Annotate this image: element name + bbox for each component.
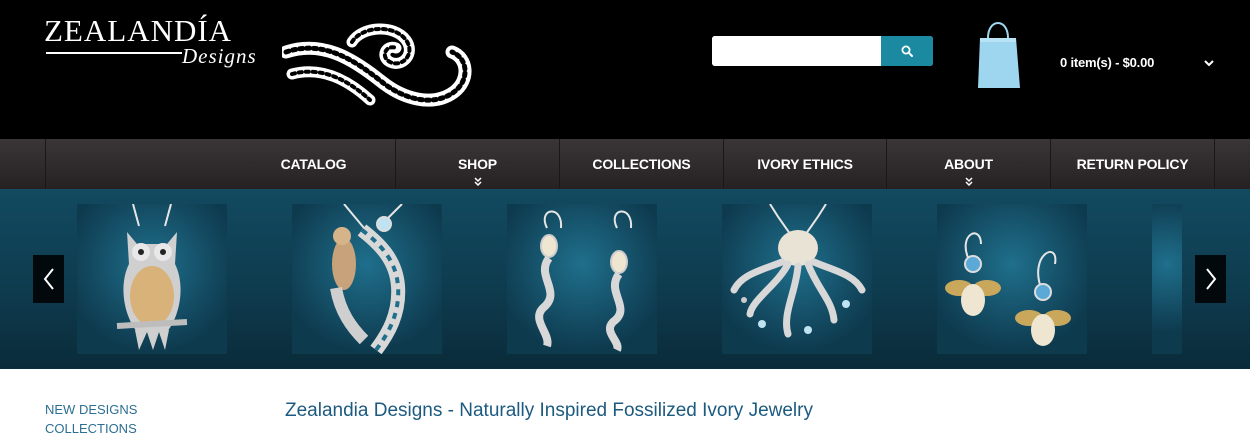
nav-divider: [45, 139, 46, 189]
nav-item-label: SHOP: [458, 156, 497, 172]
search-input[interactable]: [712, 36, 881, 66]
nav-item-shop[interactable]: SHOP: [396, 139, 559, 189]
nav-item-label: IVORY ETHICS: [757, 156, 853, 172]
nav-divider: [1214, 139, 1215, 189]
nav-item-label: COLLECTIONS: [592, 156, 691, 172]
chevron-down-icon[interactable]: [1201, 55, 1217, 71]
shopping-bag-icon[interactable]: [976, 12, 1020, 90]
carousel-next-button[interactable]: [1195, 255, 1226, 303]
sidebar-link-new-designs[interactable]: NEW DESIGNS: [45, 402, 137, 417]
double-chevron-down-icon: [473, 177, 482, 186]
nav-item-label: CATALOG: [280, 156, 347, 172]
filigree-earrings-image: [535, 210, 633, 352]
main-nav: CATALOG SHOP COLLECTIONS IVORY ETHICS AB…: [0, 139, 1250, 189]
logo-tagline: Designs: [182, 44, 257, 68]
nav-item-ivory-ethics[interactable]: IVORY ETHICS: [724, 139, 886, 189]
bee-earrings-image: [945, 232, 1071, 346]
octopus-pendant-image: [730, 204, 866, 338]
chevron-left-icon: [43, 268, 54, 290]
carousel-slide-mermaid-pendant[interactable]: [292, 204, 442, 354]
nav-item-label: ABOUT: [944, 156, 993, 172]
carousel-slide-filigree-earrings[interactable]: [507, 204, 657, 354]
page-title: Zealandia Designs - Naturally Inspired F…: [285, 400, 813, 421]
carousel-slide-octopus-pendant[interactable]: [722, 204, 872, 354]
double-chevron-down-icon: [964, 177, 973, 186]
carousel-slide-partial[interactable]: [1152, 204, 1182, 354]
search-button[interactable]: [881, 36, 933, 66]
nav-item-about[interactable]: ABOUT: [887, 139, 1050, 189]
logo-rule: [46, 52, 182, 54]
carousel-slide-bee-earrings[interactable]: [937, 204, 1087, 354]
koru-wave-logo-icon: [282, 23, 472, 107]
cart-summary[interactable]: 0 item(s) - $0.00: [1060, 55, 1154, 70]
product-carousel: [0, 189, 1250, 369]
search-box: [712, 36, 933, 66]
mermaid-pendant-image: [330, 204, 406, 354]
nav-item-return-policy[interactable]: RETURN POLICY: [1051, 139, 1214, 189]
nav-item-collections[interactable]: COLLECTIONS: [560, 139, 723, 189]
owl-pendant-image: [116, 204, 188, 350]
site-header: ZEALANDÍA Designs 0 item(s) - $0.00: [0, 0, 1250, 139]
search-icon: [901, 45, 913, 57]
chevron-right-icon: [1205, 268, 1216, 290]
site-logo[interactable]: ZEALANDÍA Designs: [44, 14, 484, 114]
carousel-prev-button[interactable]: [33, 255, 64, 303]
nav-item-label: RETURN POLICY: [1076, 156, 1189, 172]
logo-wordmark: ZEALANDÍA: [44, 13, 233, 48]
nav-item-catalog[interactable]: CATALOG: [232, 139, 395, 189]
carousel-slide-owl-pendant[interactable]: [77, 204, 227, 354]
